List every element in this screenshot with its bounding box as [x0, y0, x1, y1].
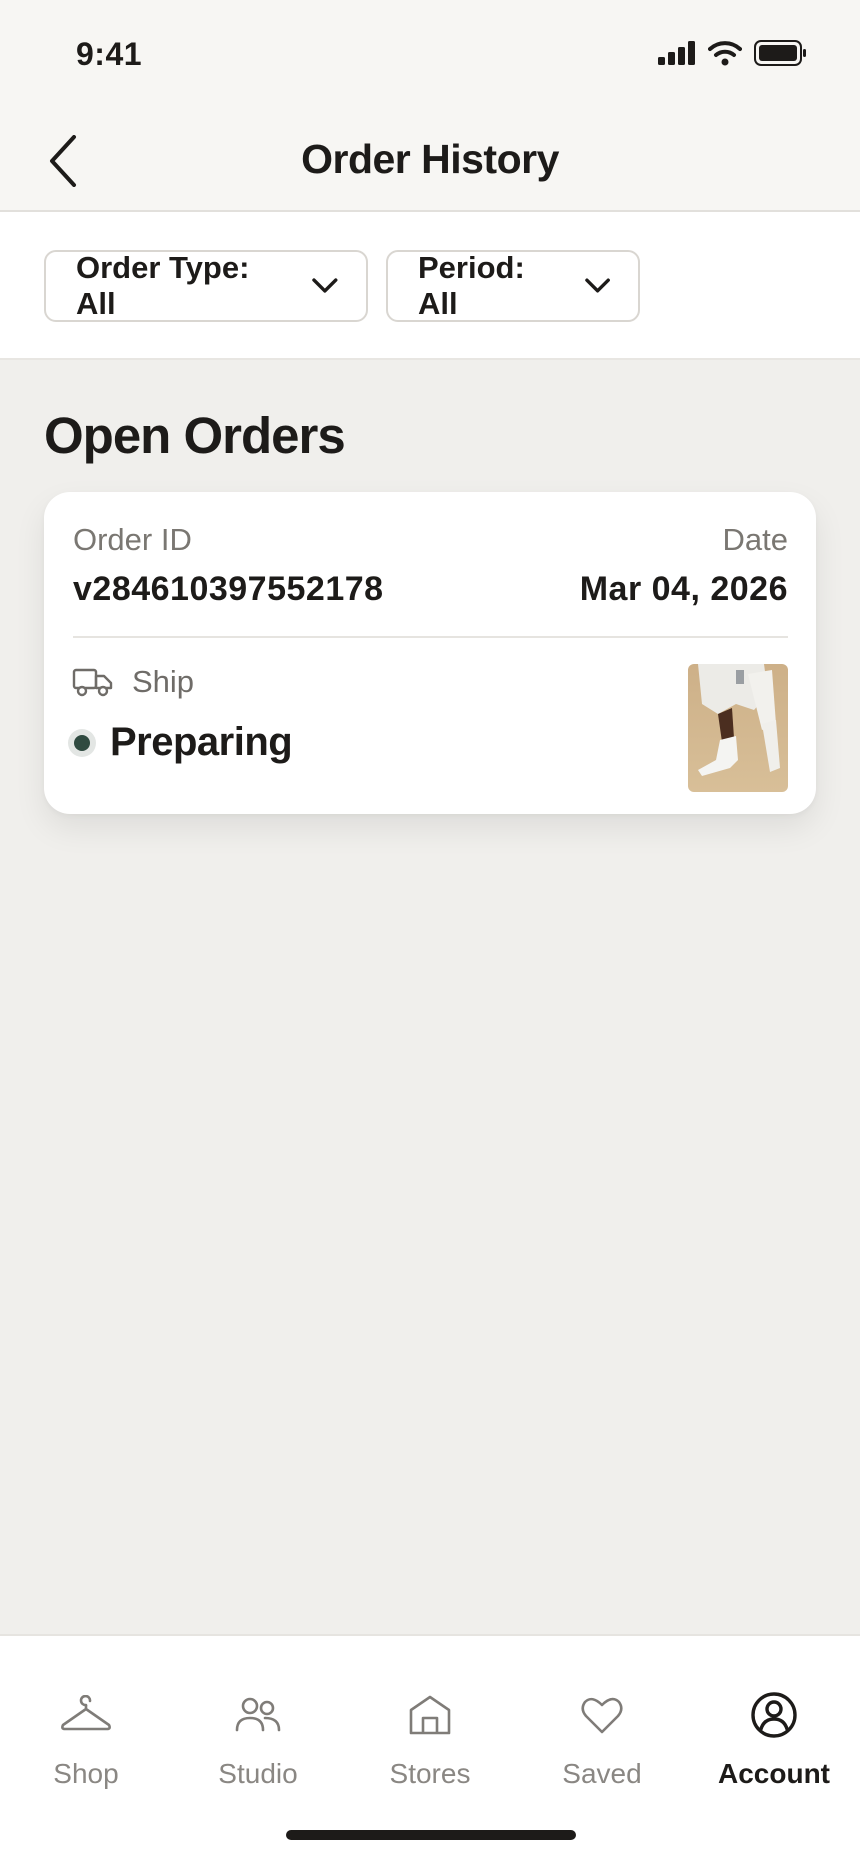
order-card[interactable]: Order ID Date v284610397552178 Mar 04, 2…: [44, 492, 816, 814]
order-type-filter-label: Order Type: All: [76, 250, 250, 321]
section-title: Open Orders: [44, 407, 346, 464]
account-icon: [751, 1692, 797, 1738]
home-indicator: [286, 1830, 576, 1840]
status-dot: [68, 728, 96, 757]
tab-account[interactable]: Account: [688, 1688, 860, 1790]
product-thumbnail: [688, 664, 788, 792]
truck-icon: [72, 668, 113, 697]
people-icon: [235, 1697, 281, 1732]
nav-header: Order History: [0, 110, 860, 212]
order-id-label: Order ID: [73, 522, 192, 557]
filter-bar: Order Type: All Period: All: [0, 212, 860, 360]
ship-method: Ship: [72, 664, 194, 700]
tab-studio[interactable]: Studio: [172, 1688, 344, 1790]
tab-stores-label: Stores: [389, 1758, 471, 1789]
tab-shop[interactable]: Shop: [0, 1688, 172, 1790]
status-bar: 9:41: [0, 0, 860, 110]
tab-saved-label: Saved: [562, 1758, 642, 1789]
tab-studio-label: Studio: [218, 1758, 298, 1789]
chevron-down-icon: [585, 278, 610, 293]
period-filter[interactable]: Period: All: [386, 250, 640, 322]
tab-shop-label: Shop: [53, 1758, 119, 1789]
product-image: [688, 664, 788, 792]
tab-account-label: Account: [718, 1758, 830, 1789]
hanger-icon: [61, 1695, 111, 1731]
card-divider: [73, 636, 788, 638]
tab-stores[interactable]: Stores: [344, 1688, 516, 1790]
date-label: Date: [722, 522, 788, 557]
order-type-filter[interactable]: Order Type: All: [44, 250, 368, 322]
period-filter-label: Period: All: [418, 250, 525, 321]
status-icons: [658, 40, 808, 66]
heart-icon: [581, 1697, 623, 1734]
page-title: Order History: [301, 136, 559, 182]
order-status: Preparing: [68, 720, 293, 765]
wifi-icon: [708, 41, 742, 66]
order-id-value: v284610397552178: [73, 570, 384, 608]
battery-icon: [754, 40, 806, 66]
store-icon: [409, 1695, 451, 1735]
status-time: 9:41: [76, 36, 143, 72]
chevron-down-icon: [312, 278, 338, 293]
order-date-value: Mar 04, 2026: [579, 570, 788, 608]
tab-saved[interactable]: Saved: [516, 1688, 688, 1790]
signal-icon: [658, 41, 695, 65]
order-status-text: Preparing: [110, 720, 293, 764]
ship-label: Ship: [132, 664, 195, 699]
